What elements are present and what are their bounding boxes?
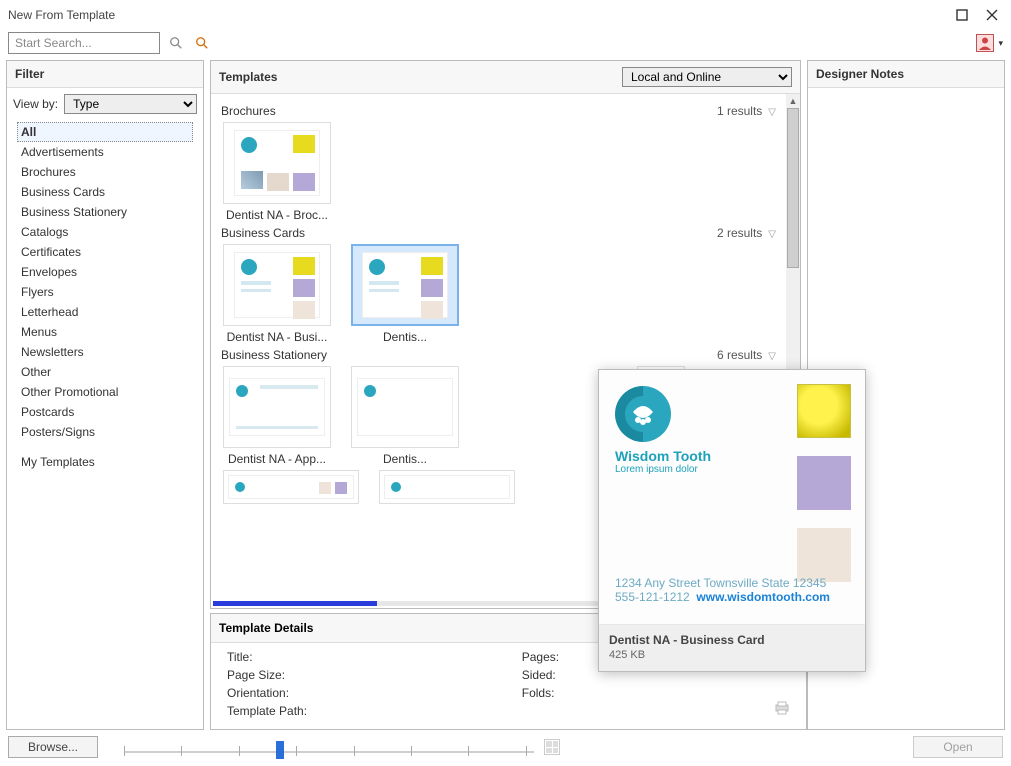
template-item[interactable] <box>377 470 517 504</box>
category-all[interactable]: All <box>17 122 193 142</box>
search-web-icon[interactable] <box>192 33 212 53</box>
title-bar: New From Template <box>0 0 1011 28</box>
template-caption: Dentist NA - Broc... <box>223 208 331 222</box>
search-input[interactable] <box>8 32 160 54</box>
category-advertisements[interactable]: Advertisements <box>17 142 193 162</box>
flower-image <box>797 384 851 438</box>
print-icon[interactable] <box>774 700 796 719</box>
preview-address: 1234 Any Street Townsville State 12345 <box>615 576 830 590</box>
chevron-down-icon[interactable]: ▽ <box>768 229 776 240</box>
template-item[interactable] <box>221 470 361 504</box>
template-item[interactable]: Dentist NA - Busi... <box>221 244 333 344</box>
category-posters-signs[interactable]: Posters/Signs <box>17 422 193 442</box>
category-letterhead[interactable]: Letterhead <box>17 302 193 322</box>
template-preview-popup: Wisdom Tooth Lorem ipsum dolor 1234 Any … <box>598 369 866 672</box>
detail-folds-label: Folds: <box>522 685 734 701</box>
template-caption: Dentist NA - Busi... <box>223 330 331 344</box>
filter-panel: Filter View by: Type All Advertisements … <box>6 60 204 730</box>
template-caption: Dentist NA - App... <box>223 452 331 466</box>
category-other[interactable]: Other <box>17 362 193 382</box>
templates-title: Templates <box>219 70 277 84</box>
category-newsletters[interactable]: Newsletters <box>17 342 193 362</box>
zoom-handle[interactable] <box>276 741 284 759</box>
section-business-stationery-count: 6 results <box>717 348 762 362</box>
detail-title-label: Title: <box>227 649 482 665</box>
viewby-label: View by: <box>13 97 58 111</box>
toolbar: ▾ <box>0 28 1011 60</box>
section-business-stationery-title: Business Stationery <box>221 348 327 362</box>
details-header-title: Template Details <box>219 621 313 635</box>
template-item[interactable]: Dentist NA - Broc... <box>221 122 333 222</box>
category-business-cards[interactable]: Business Cards <box>17 182 193 202</box>
detail-orientation-label: Orientation: <box>227 685 482 701</box>
template-caption: Dentis... <box>351 330 459 344</box>
lavender-block <box>797 456 851 510</box>
category-other-promotional[interactable]: Other Promotional <box>17 382 193 402</box>
window-title: New From Template <box>8 8 115 22</box>
template-item[interactable]: Dentis... <box>349 366 461 466</box>
template-item-selected[interactable]: Dentis... <box>349 244 461 344</box>
category-business-stationery[interactable]: Business Stationery <box>17 202 193 222</box>
filter-header: Filter <box>7 61 203 88</box>
viewby-select[interactable]: Type <box>64 94 197 114</box>
preview-phone: 555-121-1212 <box>615 590 690 604</box>
category-menus[interactable]: Menus <box>17 322 193 342</box>
category-catalogs[interactable]: Catalogs <box>17 222 193 242</box>
category-my-templates[interactable]: My Templates <box>17 452 193 472</box>
user-menu-caret-icon[interactable]: ▾ <box>998 38 1003 49</box>
grid-view-icon[interactable] <box>544 739 560 755</box>
section-business-cards-count: 2 results <box>717 226 762 240</box>
close-icon[interactable] <box>981 6 1003 24</box>
scroll-up-icon[interactable]: ▲ <box>786 94 800 108</box>
category-certificates[interactable]: Certificates <box>17 242 193 262</box>
zoom-slider[interactable] <box>124 737 534 757</box>
brand-logo-icon <box>615 386 671 442</box>
designer-notes-header: Designer Notes <box>808 61 1004 88</box>
preview-size: 425 KB <box>609 649 855 661</box>
category-list: All Advertisements Brochures Business Ca… <box>7 120 203 474</box>
browse-button[interactable]: Browse... <box>8 736 98 758</box>
templates-header: Templates Local and Online <box>211 61 800 94</box>
tan-block <box>797 528 851 582</box>
detail-pagesize-label: Page Size: <box>227 667 482 683</box>
user-icon[interactable] <box>976 34 994 52</box>
preview-title: Dentist NA - Business Card <box>609 633 855 647</box>
template-item[interactable]: Dentist NA - App... <box>221 366 333 466</box>
detail-templatepath-label: Template Path: <box>227 703 482 719</box>
chevron-down-icon[interactable]: ▽ <box>768 107 776 118</box>
bottom-bar: Browse... Open <box>0 730 1011 764</box>
template-caption: Dentis... <box>351 452 459 466</box>
section-brochures-count: 1 results <box>717 104 762 118</box>
search-icon[interactable] <box>166 33 186 53</box>
category-postcards[interactable]: Postcards <box>17 402 193 422</box>
category-envelopes[interactable]: Envelopes <box>17 262 193 282</box>
open-button[interactable]: Open <box>913 736 1003 758</box>
chevron-down-icon[interactable]: ▽ <box>768 351 776 362</box>
section-brochures-title: Brochures <box>221 104 276 118</box>
section-business-cards-title: Business Cards <box>221 226 305 240</box>
category-brochures[interactable]: Brochures <box>17 162 193 182</box>
category-flyers[interactable]: Flyers <box>17 282 193 302</box>
maximize-icon[interactable] <box>951 6 973 24</box>
scrollbar-thumb[interactable] <box>787 108 799 268</box>
preview-website: www.wisdomtooth.com <box>696 590 830 604</box>
template-source-select[interactable]: Local and Online <box>622 67 792 87</box>
